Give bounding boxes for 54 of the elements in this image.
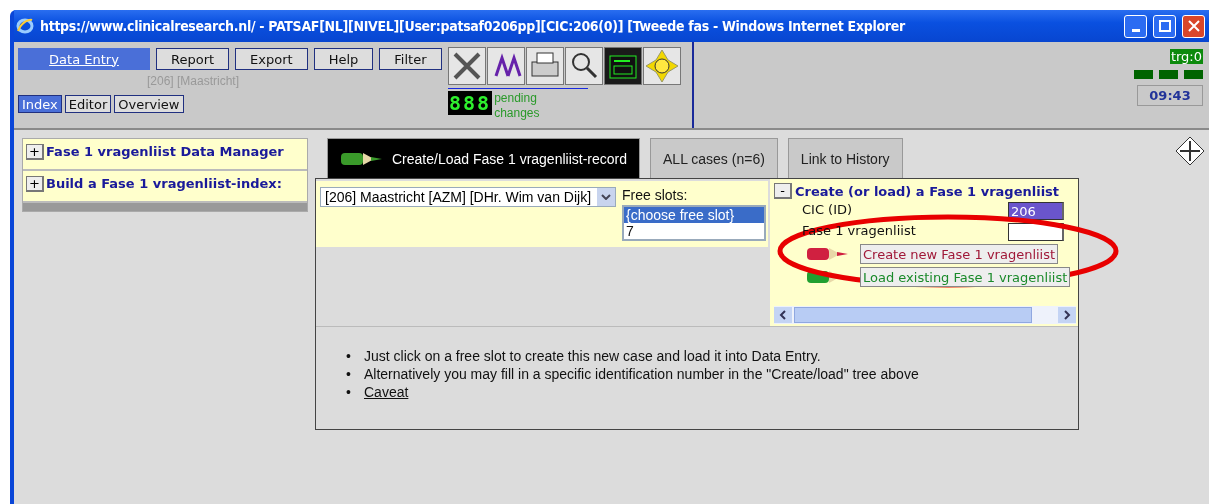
caret-icon (597, 188, 615, 206)
action-button[interactable]: Create new Fase 1 vragenliist (860, 244, 1059, 264)
collapse-button[interactable]: - (774, 183, 792, 199)
view-tab[interactable]: Overview (114, 95, 184, 113)
expand-button[interactable]: + (26, 144, 44, 160)
free-slots-list[interactable]: {choose free slot} 7 (622, 205, 766, 241)
window-title: https://www.clinicalresearch.nl/ - PATSAF[NL][NIVEL][User:patsaf0206pp][CIC:206(0)] [Tweede fas - Windows Internet Explorer (40, 18, 907, 34)
trigger-label: trg:0 (1169, 49, 1203, 64)
bullet: • (346, 383, 352, 401)
action-button[interactable]: Load existing Fase 1 vragenliist (860, 267, 1071, 287)
scrollbar[interactable] (774, 306, 1076, 324)
field-label: CIC (ID) (802, 202, 853, 219)
tab[interactable]: Create/Load Fase 1 vragenliist-record (327, 138, 640, 178)
maximize-icon (1158, 20, 1171, 32)
menu-button[interactable]: Help (313, 48, 374, 70)
status-led (1159, 70, 1178, 79)
printer-icon[interactable] (526, 47, 564, 85)
free-slots-label: Free slots: (622, 187, 689, 203)
caveat-link[interactable]: Caveat (364, 383, 409, 401)
scroll-left-icon[interactable] (779, 310, 787, 320)
scroll-right-icon[interactable] (1063, 310, 1071, 320)
move-icon[interactable] (1175, 136, 1205, 166)
help-text: Alternatively you may fill in a specific identification number in the "Create/load" tree above (364, 365, 919, 383)
view-tab[interactable]: Editor (64, 95, 112, 113)
search-icon[interactable] (565, 47, 603, 85)
view-tab[interactable]: Index (18, 95, 62, 113)
status-led (1184, 70, 1203, 79)
menu-button[interactable]: Report (156, 48, 230, 70)
expand-button[interactable]: + (26, 176, 44, 192)
minimize-button[interactable] (1124, 14, 1147, 38)
close-button[interactable] (1182, 14, 1205, 38)
bullet: • (346, 365, 352, 383)
tab[interactable]: ALL cases (n=6) (650, 138, 778, 178)
bullet: • (346, 347, 352, 365)
status-led (1134, 70, 1153, 79)
input-field[interactable]: 206 (1008, 202, 1064, 220)
menu-button[interactable]: Export (235, 48, 308, 70)
smiley-icon[interactable] (643, 47, 681, 85)
panel-title: Create (or load) a Fase 1 vragenliist (795, 183, 1060, 199)
pending-label: pending changes (494, 91, 541, 121)
minimize-icon (1131, 28, 1140, 32)
tree-item[interactable]: Build a Fase 1 vragenliist-index: (46, 176, 282, 191)
menu-button[interactable]: Filter (379, 48, 442, 70)
help-text: Just click on a free slot to create this new case and load it into Data Entry. (364, 347, 821, 365)
tab[interactable]: Link to History (787, 138, 903, 178)
maximize-button[interactable] (1153, 14, 1176, 38)
counter-display: 888 (448, 91, 493, 115)
list-option[interactable]: {choose free slot} (624, 207, 764, 223)
browser-logo-icon (16, 17, 34, 35)
clock: 09:43 (1137, 85, 1203, 106)
close-icon (1187, 20, 1200, 32)
site-select[interactable]: [206] Maastricht [AZM] [DHr. Wim van Dijk] (320, 187, 616, 207)
tree-item[interactable]: Fase 1 vragenliist Data Manager (46, 144, 284, 159)
menu-button[interactable]: Data Entry (18, 48, 150, 70)
